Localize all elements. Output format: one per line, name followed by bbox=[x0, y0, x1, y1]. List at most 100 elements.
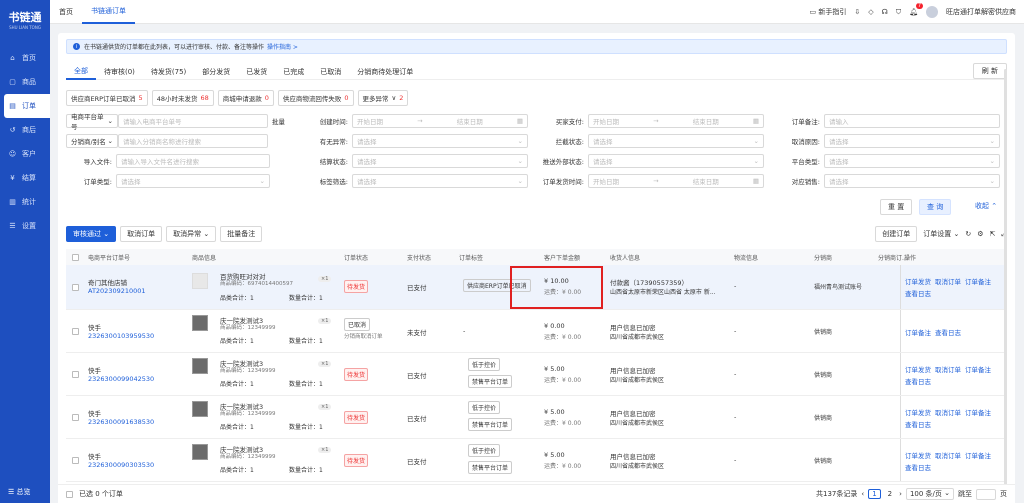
view-log-link[interactable]: 查看日志 bbox=[905, 462, 931, 472]
order-no-input[interactable]: 请输入电商平台单号 bbox=[118, 114, 268, 128]
batch-link[interactable]: 批量 bbox=[272, 116, 285, 126]
cancel-order-button[interactable]: 取消订单 bbox=[120, 226, 163, 242]
filter-48h-unshipped[interactable]: 48小时未发货 68 bbox=[151, 90, 214, 106]
avatar[interactable] bbox=[926, 6, 938, 18]
order-note-link[interactable]: 订单备注 bbox=[965, 276, 991, 286]
tab-shipped[interactable]: 已发货 bbox=[238, 64, 275, 80]
row-checkbox[interactable] bbox=[72, 414, 79, 421]
cancel-order-link[interactable]: 取消订单 bbox=[935, 364, 961, 374]
pay-time-range[interactable]: 开始日期 → 结束日期 ▦ bbox=[588, 114, 764, 128]
order-note-link[interactable]: 订单备注 bbox=[905, 327, 931, 337]
audit-button[interactable]: 审核通过 ⌄ bbox=[66, 226, 117, 242]
sidebar-item-aftersale[interactable]: ↺ 商后 bbox=[0, 118, 50, 142]
order-settings-button[interactable]: 订单设置 ⌄ bbox=[923, 229, 959, 239]
guide-doc-link[interactable]: 操作指南 > bbox=[267, 42, 298, 51]
export-icon[interactable]: ⇱ bbox=[990, 230, 996, 238]
sidebar-overview[interactable]: ☰ 总览 bbox=[8, 487, 31, 497]
tab-completed[interactable]: 已完成 bbox=[275, 64, 312, 80]
ship-order-link[interactable]: 订单发货 bbox=[905, 276, 931, 286]
import-file-input[interactable]: 请输入导入文件名进行搜索 bbox=[116, 154, 270, 168]
tab-orders[interactable]: 书链通订单 bbox=[82, 0, 135, 24]
order-link[interactable]: AT202309210001 bbox=[88, 287, 146, 295]
create-time-range[interactable]: 开始日期 → 结束日期 ▦ bbox=[352, 114, 528, 128]
select-all-checkbox[interactable] bbox=[72, 253, 79, 261]
tab-home[interactable]: 首页 bbox=[50, 0, 82, 24]
sidebar-item-goods[interactable]: ▢ 商品 bbox=[0, 70, 50, 94]
table-row[interactable]: 快手 2326300091638530 庆一院发测试3 商品编码：1234999… bbox=[66, 396, 1007, 439]
sidebar-item-home[interactable]: ⌂ 首页 bbox=[0, 46, 50, 70]
row-checkbox[interactable] bbox=[72, 328, 79, 335]
row-checkbox[interactable] bbox=[72, 371, 79, 378]
platform-type-select[interactable]: 请选择 ⌄ bbox=[824, 154, 1000, 168]
tab-distributor-pending[interactable]: 分销商待处理订单 bbox=[349, 64, 421, 80]
filter-logistics-fail[interactable]: 供应商物流回传失败 0 bbox=[277, 90, 354, 106]
row-checkbox[interactable] bbox=[72, 457, 79, 464]
headset-icon[interactable]: ☊ bbox=[882, 8, 888, 16]
jump-page-input[interactable] bbox=[976, 488, 996, 500]
brand-logo[interactable]: 书链通 SHU LIAN TONG bbox=[0, 0, 50, 38]
page-2[interactable]: 2 bbox=[885, 490, 895, 498]
view-log-link[interactable]: 查看日志 bbox=[905, 419, 931, 429]
cancel-reason-select[interactable]: 请选择 ⌄ bbox=[824, 134, 1000, 148]
sidebar-item-orders[interactable]: ▤ 订单 bbox=[4, 94, 50, 118]
cancel-order-link[interactable]: 取消订单 bbox=[935, 407, 961, 417]
cancel-order-link[interactable]: 取消订单 bbox=[935, 276, 961, 286]
sidebar-item-customers[interactable]: ☺ 客户 bbox=[0, 142, 50, 166]
shield-icon[interactable]: ⛉ bbox=[896, 8, 901, 17]
intercept-select[interactable]: 请选择 ⌄ bbox=[588, 134, 764, 148]
next-page-button[interactable]: › bbox=[899, 490, 902, 498]
tab-partial-ship[interactable]: 部分发货 bbox=[194, 64, 238, 80]
ship-order-link[interactable]: 订单发货 bbox=[905, 364, 931, 374]
cancel-exception-button[interactable]: 取消异常 ⌄ bbox=[166, 226, 217, 242]
settle-status-select[interactable]: 请选择 ⌄ bbox=[352, 154, 528, 168]
filter-refund[interactable]: 商城申请退款 0 bbox=[217, 90, 274, 106]
refresh-icon[interactable]: ↻ bbox=[965, 230, 971, 238]
refresh-button[interactable]: 刷 新 bbox=[972, 63, 1007, 79]
table-row[interactable]: 快手 2326300090303530 庆一院发测试3 商品编码：1234999… bbox=[66, 439, 1007, 482]
view-log-link[interactable]: 查看日志 bbox=[905, 288, 931, 298]
order-note-link[interactable]: 订单备注 bbox=[965, 364, 991, 374]
table-row[interactable]: 快手 2326300103959530 庆一院发测试3 商品编码：1234999… bbox=[66, 310, 1007, 353]
collapse-button[interactable]: 收起 ⌃ bbox=[975, 201, 997, 211]
order-no-type-select[interactable]: 电商平台单号 ⌄ bbox=[66, 113, 118, 131]
tab-cancelled[interactable]: 已取消 bbox=[312, 64, 349, 80]
cancel-order-link[interactable]: 取消订单 bbox=[935, 450, 961, 460]
ship-order-link[interactable]: 订单发货 bbox=[905, 407, 931, 417]
table-row[interactable]: 快手 2326300099042530 庆一院发测试3 商品编码：1234999… bbox=[66, 353, 1007, 396]
order-link[interactable]: 2326300099042530 bbox=[88, 375, 154, 383]
query-button[interactable]: 查 询 bbox=[919, 199, 952, 215]
order-link[interactable]: 2326300091638530 bbox=[88, 418, 154, 426]
gear-icon[interactable]: ⚙ bbox=[977, 230, 983, 238]
filter-erp-cancelled[interactable]: 供应商ERP订单已取消 5 bbox=[66, 90, 148, 106]
view-log-link[interactable]: 查看日志 bbox=[935, 327, 961, 337]
order-type-select[interactable]: 请选择 ⌄ bbox=[116, 174, 270, 188]
download-icon[interactable]: ⇩ bbox=[854, 8, 860, 16]
order-note-link[interactable]: 订单备注 bbox=[965, 407, 991, 417]
tab-pending-audit[interactable]: 待审核(0) bbox=[96, 64, 143, 80]
vertical-scrollbar[interactable] bbox=[1004, 69, 1007, 499]
push-status-select[interactable]: 请选择 ⌄ bbox=[588, 154, 764, 168]
footer-select-all-checkbox[interactable] bbox=[66, 490, 73, 498]
sidebar-item-settings[interactable]: ☰ 设置 bbox=[0, 214, 50, 238]
ship-time-range[interactable]: 开始日期 → 结束日期 ▦ bbox=[588, 174, 764, 188]
order-link[interactable]: 2326300090303530 bbox=[88, 461, 154, 469]
exception-select[interactable]: 请选择 ⌄ bbox=[352, 134, 528, 148]
view-log-link[interactable]: 查看日志 bbox=[905, 376, 931, 386]
filter-more-exceptions[interactable]: 更多异常 ∨ 2 bbox=[357, 90, 409, 106]
bell-icon[interactable]: 🔔︎ 7 bbox=[909, 3, 923, 16]
ship-order-link[interactable]: 订单发货 bbox=[905, 450, 931, 460]
diamond-icon[interactable]: ◇ bbox=[868, 8, 873, 16]
user-name[interactable]: 旺店通打单解密供应商 bbox=[946, 7, 1016, 17]
order-note-input[interactable]: 请输入 bbox=[824, 114, 1000, 128]
sidebar-item-stats[interactable]: ▥ 统计 bbox=[0, 190, 50, 214]
sidebar-item-settlement[interactable]: ¥ 结算 bbox=[0, 166, 50, 190]
order-note-link[interactable]: 订单备注 bbox=[965, 450, 991, 460]
row-checkbox[interactable] bbox=[72, 284, 79, 291]
page-size-select[interactable]: 100 条/页 ⌄ bbox=[905, 488, 954, 500]
tab-pending-ship[interactable]: 待发货(75) bbox=[143, 64, 194, 80]
reset-button[interactable]: 重 置 bbox=[880, 199, 913, 215]
prev-page-button[interactable]: ‹ bbox=[861, 490, 864, 498]
batch-note-button[interactable]: 批量备注 bbox=[220, 226, 263, 242]
page-1[interactable]: 1 bbox=[868, 489, 881, 499]
guide-link[interactable]: ▭ 新手指引 bbox=[810, 7, 847, 17]
